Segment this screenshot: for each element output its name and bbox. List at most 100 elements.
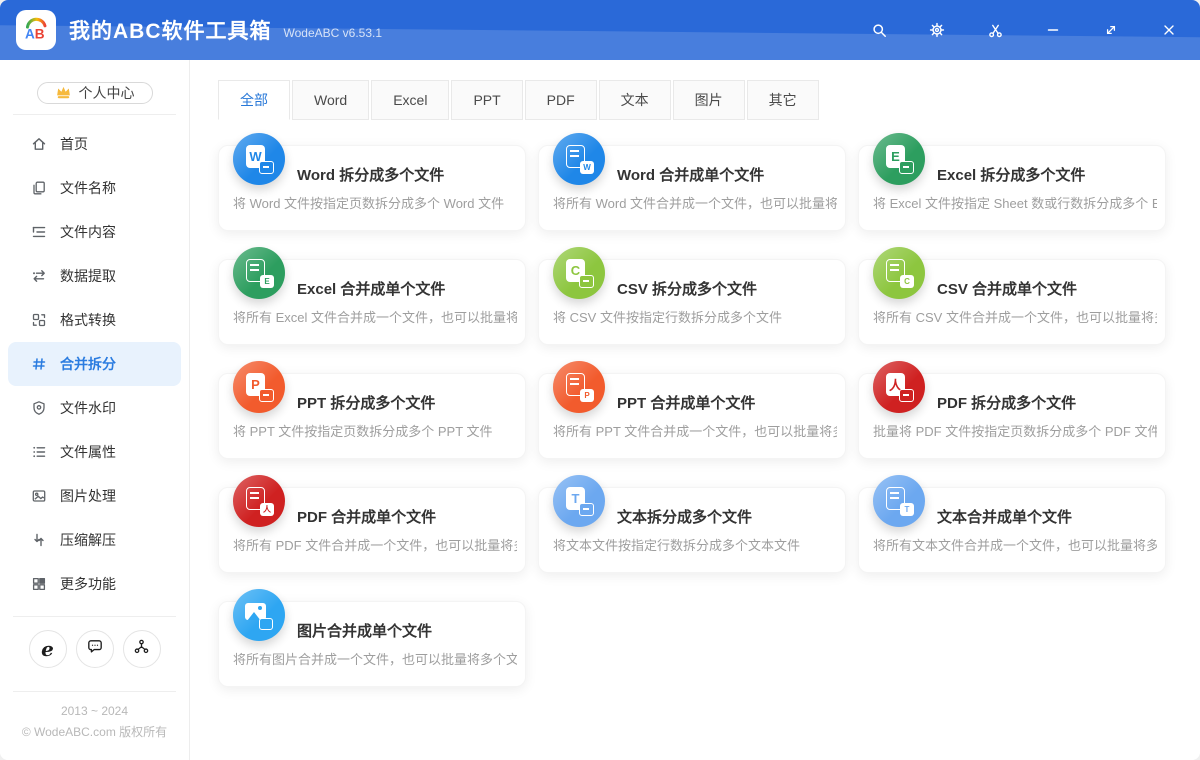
format-convert-icon	[30, 312, 47, 329]
card-csv-split[interactable]: C CSV 拆分成多个文件 将 CSV 文件按指定行数拆分成多个文件	[538, 259, 846, 345]
share-network-icon	[133, 638, 150, 660]
tab-other[interactable]: 其它	[747, 80, 819, 120]
sidebar-item-file-content[interactable]: 文件内容	[0, 210, 189, 254]
personal-center-button[interactable]: 个人中心	[37, 82, 153, 104]
card-desc: 将所有 CSV 文件合并成一个文件，也可以批量将多	[873, 307, 1157, 326]
app-logo-icon: A B	[16, 10, 56, 50]
sidebar-item-more-features[interactable]: 更多功能	[0, 562, 189, 606]
sidebar-item-label: 合并拆分	[60, 354, 116, 374]
card-title: Word 合并成单个文件	[617, 164, 764, 185]
sidebar-item-file-props[interactable]: 文件属性	[0, 430, 189, 474]
chat-button[interactable]	[76, 630, 114, 668]
tab-all[interactable]: 全部	[218, 80, 290, 120]
sidebar-item-label: 图片处理	[60, 486, 116, 506]
text-split-icon: T	[553, 475, 605, 527]
tab-excel[interactable]: Excel	[371, 80, 449, 120]
tab-ppt[interactable]: PPT	[451, 80, 522, 120]
card-pdf-merge[interactable]: 人 PDF 合并成单个文件 将所有 PDF 文件合并成一个文件，也可以批量将多	[218, 487, 526, 573]
card-desc: 将 Word 文件按指定页数拆分成多个 Word 文件	[233, 193, 517, 212]
card-text-merge[interactable]: T 文本合并成单个文件 将所有文本文件合并成一个文件，也可以批量将多	[858, 487, 1166, 573]
search-button[interactable]	[870, 21, 888, 39]
tab-word[interactable]: Word	[292, 80, 369, 120]
watermark-icon	[30, 400, 47, 417]
sidebar-item-label: 首页	[60, 134, 88, 154]
app-title: 我的ABC软件工具箱	[69, 15, 272, 45]
sidebar-item-watermark[interactable]: 文件水印	[0, 386, 189, 430]
card-title: PDF 合并成单个文件	[297, 506, 436, 527]
tab-image[interactable]: 图片	[673, 80, 745, 120]
category-tabbar: 全部 Word Excel PPT PDF 文本 图片 其它	[218, 80, 1200, 120]
card-word-merge[interactable]: W Word 合并成单个文件 将所有 Word 文件合并成一个文件，也可以批量将…	[538, 145, 846, 231]
sidebar-item-data-extract[interactable]: 数据提取	[0, 254, 189, 298]
sidebar-item-label: 格式转换	[60, 310, 116, 330]
crown-icon	[55, 84, 72, 102]
text-merge-icon: T	[873, 475, 925, 527]
main-content: 全部 Word Excel PPT PDF 文本 图片 其它 W Word 拆分…	[190, 60, 1200, 760]
card-title: PPT 合并成单个文件	[617, 392, 755, 413]
ie-browser-button[interactable]: e	[29, 630, 67, 668]
card-desc: 将所有文本文件合并成一个文件，也可以批量将多	[873, 535, 1157, 554]
resize-button[interactable]	[1102, 21, 1120, 39]
sidebar-item-label: 文件名称	[60, 178, 116, 198]
compress-icon	[30, 532, 47, 549]
sidebar-item-compress[interactable]: 压缩解压	[0, 518, 189, 562]
image-merge-icon	[233, 589, 285, 641]
card-title: PDF 拆分成多个文件	[937, 392, 1076, 413]
sidebar-item-home[interactable]: 首页	[0, 122, 189, 166]
card-title: CSV 合并成单个文件	[937, 278, 1077, 299]
sidebar-item-format-convert[interactable]: 格式转换	[0, 298, 189, 342]
card-excel-split[interactable]: E Excel 拆分成多个文件 将 Excel 文件按指定 Sheet 数或行数…	[858, 145, 1166, 231]
card-csv-merge[interactable]: C CSV 合并成单个文件 将所有 CSV 文件合并成一个文件，也可以批量将多	[858, 259, 1166, 345]
sidebar: 个人中心 首页	[0, 60, 190, 760]
sidebar-item-label: 文件属性	[60, 442, 116, 462]
settings-gear-button[interactable]	[928, 21, 946, 39]
card-desc: 将 PPT 文件按指定页数拆分成多个 PPT 文件	[233, 421, 517, 440]
csv-split-icon: C	[553, 247, 605, 299]
ppt-merge-icon: P	[553, 361, 605, 413]
tab-pdf[interactable]: PDF	[525, 80, 597, 120]
footer-years: 2013 ~ 2024	[6, 701, 183, 723]
card-desc: 将所有 Excel 文件合并成一个文件，也可以批量将多	[233, 307, 517, 326]
card-ppt-merge[interactable]: P PPT 合并成单个文件 将所有 PPT 文件合并成一个文件，也可以批量将多	[538, 373, 846, 459]
card-pdf-split[interactable]: 人 PDF 拆分成多个文件 批量将 PDF 文件按指定页数拆分成多个 PDF 文…	[858, 373, 1166, 459]
card-ppt-split[interactable]: P PPT 拆分成多个文件 将 PPT 文件按指定页数拆分成多个 PPT 文件	[218, 373, 526, 459]
csv-merge-icon: C	[873, 247, 925, 299]
sidebar-item-label: 数据提取	[60, 266, 116, 286]
pdf-merge-icon: 人	[233, 475, 285, 527]
tool-card-grid: W Word 拆分成多个文件 将 Word 文件按指定页数拆分成多个 Word …	[218, 145, 1200, 687]
app-version: WodeABC v6.53.1	[284, 26, 383, 40]
card-desc: 将 CSV 文件按指定行数拆分成多个文件	[553, 307, 837, 326]
card-title: PPT 拆分成多个文件	[297, 392, 435, 413]
card-word-split[interactable]: W Word 拆分成多个文件 将 Word 文件按指定页数拆分成多个 Word …	[218, 145, 526, 231]
titlebar: A B 我的ABC软件工具箱 WodeABC v6.53.1	[0, 0, 1200, 60]
card-desc: 将所有图片合并成一个文件，也可以批量将多个文件	[233, 649, 517, 668]
ie-browser-icon: e	[41, 639, 54, 659]
merge-split-icon	[30, 356, 47, 373]
card-title: 图片合并成单个文件	[297, 620, 432, 641]
app-window: A B 我的ABC软件工具箱 WodeABC v6.53.1	[0, 0, 1200, 760]
titlebar-actions	[870, 21, 1178, 39]
file-content-icon	[30, 224, 47, 241]
excel-split-icon: E	[873, 133, 925, 185]
sidebar-social-row: e	[0, 617, 189, 681]
close-button[interactable]	[1160, 21, 1178, 39]
home-icon	[30, 136, 47, 153]
minimize-button[interactable]	[1044, 21, 1062, 39]
share-network-button[interactable]	[123, 630, 161, 668]
sidebar-item-file-name[interactable]: 文件名称	[0, 166, 189, 210]
personal-center-label: 个人中心	[79, 83, 135, 103]
card-excel-merge[interactable]: E Excel 合并成单个文件 将所有 Excel 文件合并成一个文件，也可以批…	[218, 259, 526, 345]
scissors-button[interactable]	[986, 21, 1004, 39]
sidebar-item-label: 文件内容	[60, 222, 116, 242]
file-name-icon	[30, 180, 47, 197]
sidebar-nav: 首页 文件名称	[0, 122, 189, 606]
card-image-merge[interactable]: 图片合并成单个文件 将所有图片合并成一个文件，也可以批量将多个文件	[218, 601, 526, 687]
card-text-split[interactable]: T 文本拆分成多个文件 将文本文件按指定行数拆分成多个文本文件	[538, 487, 846, 573]
file-props-icon	[30, 444, 47, 461]
tab-text[interactable]: 文本	[599, 80, 671, 120]
card-desc: 将所有 Word 文件合并成一个文件，也可以批量将多	[553, 193, 837, 212]
card-desc: 将 Excel 文件按指定 Sheet 数或行数拆分成多个 Exc	[873, 193, 1157, 212]
chat-icon	[86, 637, 104, 660]
sidebar-item-merge-split[interactable]: 合并拆分	[8, 342, 181, 386]
sidebar-item-image-process[interactable]: 图片处理	[0, 474, 189, 518]
